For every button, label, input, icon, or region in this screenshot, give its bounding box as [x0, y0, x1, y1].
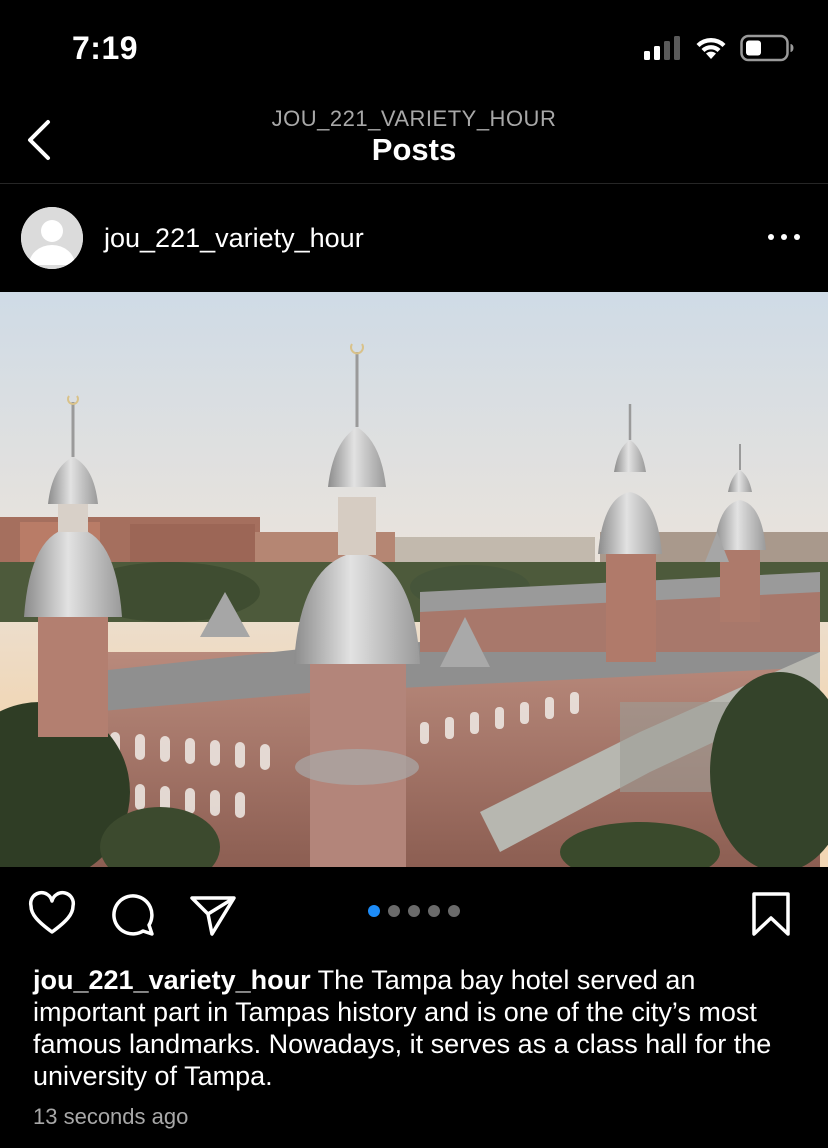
carousel-dot: [388, 905, 400, 917]
more-horizontal-icon: [768, 234, 800, 240]
cellular-signal-icon: [644, 36, 680, 60]
caption-username[interactable]: jou_221_variety_hour: [33, 965, 311, 995]
post-username[interactable]: jou_221_variety_hour: [104, 223, 364, 254]
post-image[interactable]: [0, 292, 828, 867]
wifi-icon: [696, 37, 726, 59]
post-caption: jou_221_variety_hour The Tampa bay hotel…: [33, 964, 793, 1092]
status-icons: [644, 34, 794, 62]
carousel-dot: [428, 905, 440, 917]
comment-icon: [112, 894, 154, 936]
status-bar: 7:19: [0, 0, 828, 100]
carousel-indicator: [368, 905, 460, 917]
page-title: Posts: [371, 132, 457, 167]
hotel-photo: [0, 292, 828, 867]
post-header: jou_221_variety_hour: [0, 185, 828, 291]
heart-icon: [28, 891, 76, 934]
more-options-button[interactable]: [766, 225, 802, 249]
carousel-dot-active: [368, 905, 380, 917]
account-name-label: JOU_221_VARIETY_HOUR: [271, 106, 557, 131]
battery-icon: [740, 34, 794, 62]
save-button[interactable]: [746, 890, 796, 940]
nav-header: JOU_221_VARIETY_HOUR Posts: [0, 100, 828, 184]
share-button[interactable]: [188, 890, 238, 940]
avatar[interactable]: [21, 207, 83, 269]
bookmark-icon: [752, 892, 790, 936]
comment-button[interactable]: [108, 890, 158, 940]
like-button[interactable]: [27, 890, 77, 940]
carousel-dot: [448, 905, 460, 917]
default-avatar-icon: [21, 207, 83, 269]
carousel-dot: [408, 905, 420, 917]
status-time: 7:19: [72, 30, 139, 66]
post-timestamp: 13 seconds ago: [33, 1104, 189, 1129]
post-actions: [0, 868, 828, 958]
share-icon: [190, 896, 236, 936]
